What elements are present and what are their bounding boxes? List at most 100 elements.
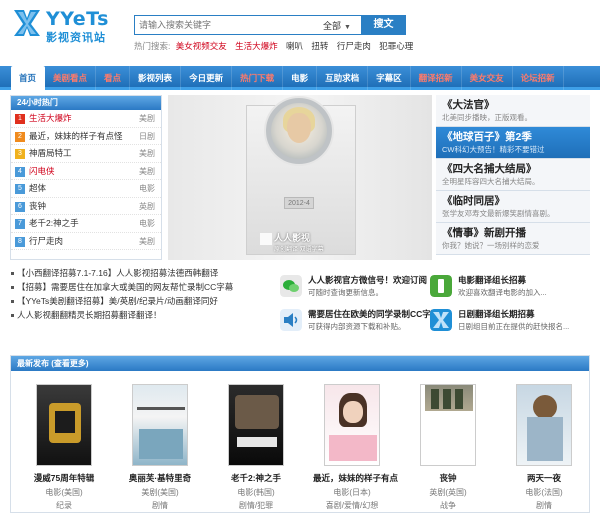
list-item[interactable]: 8 行尸走肉 美剧 xyxy=(11,233,161,250)
search-scope-select[interactable]: 全部 ▼ xyxy=(323,19,351,32)
news-link[interactable]: 人人影视翻翻精灵长期招募翻译翻译！ xyxy=(10,308,272,322)
nav-item[interactable]: 热门下载 xyxy=(232,66,284,90)
rank-number: 3 xyxy=(15,149,25,159)
logo-title: YYeTs xyxy=(46,8,109,30)
hero-watermark-sub: 原创翻译 双语字幕 xyxy=(274,247,324,253)
rank-number: 5 xyxy=(15,184,25,194)
rank-category: 美剧 xyxy=(139,114,155,123)
nav-item[interactable]: 字幕区 xyxy=(368,66,411,90)
search-button[interactable]: 搜文 xyxy=(361,15,406,35)
info-item-jdrama[interactable]: 日剧翻译组长期招募 日剧组目前正在提供的赶快报名... xyxy=(430,306,580,338)
rank-title[interactable]: 神盾局特工 xyxy=(29,148,72,158)
news-link[interactable]: 【招募】需要居住在加拿大或美国的网友帮忙录制CC字幕 xyxy=(10,280,272,294)
rank-number: 6 xyxy=(15,201,25,212)
main-nav: 首页 美剧看点 看点 影视列表 今日更新 热门下载 电影 互助求档 字幕区 翻译… xyxy=(0,66,600,114)
nav-item[interactable]: 美剧看点 xyxy=(45,66,97,90)
list-item[interactable]: 6 丧钟 英剧 xyxy=(11,198,161,215)
rank-number: 4 xyxy=(15,166,25,177)
poster-card[interactable]: 老千2:神之手 电影(韩国) 剧情/犯罪 xyxy=(217,384,295,511)
featured-item[interactable]: 《大法官》 北美同步播映，正版观看。 xyxy=(436,95,590,127)
poster-title: 两天一夜 xyxy=(526,473,561,483)
rank-title[interactable]: 行尸走肉 xyxy=(29,236,63,246)
hot-search-link[interactable]: 扭转 xyxy=(311,41,328,51)
nav-item-home[interactable]: 首页 xyxy=(11,66,46,92)
poster-title: 漫威75周年特辑 xyxy=(33,473,95,483)
hot-searches-label: 热门搜索: xyxy=(134,41,171,51)
site-logo[interactable]: YYeTs 影视资讯站 xyxy=(12,6,120,46)
hero-banner[interactable]: 2012-4 人人影视原创翻译 双语字幕 xyxy=(168,95,432,260)
poster-title: 奥丽芙·基特里奇 xyxy=(128,473,192,483)
info-title: 日剧翻译组长期招募 xyxy=(458,309,535,319)
info-item-movie[interactable]: 电影翻译组长招募 欢迎喜欢翻译电影的加入... xyxy=(430,272,580,304)
hero-watermark-title: 人人影视 xyxy=(274,233,311,243)
news-link[interactable]: 【小西翻译招募7.1-7.16】人人影视招募法德西韩翻译 xyxy=(10,266,272,280)
hot-search-link[interactable]: 美女视频交友 xyxy=(176,41,227,51)
rank-title[interactable]: 生活大爆炸 xyxy=(29,113,72,123)
info-desc: 日剧组目前正在提供的赶快报名... xyxy=(458,322,570,331)
nav-item[interactable]: 影视列表 xyxy=(130,66,182,90)
nav-item[interactable]: 电影 xyxy=(283,66,318,90)
featured-title: 《情事》新剧开播 xyxy=(442,227,526,239)
poster-card[interactable]: 奥丽芙·基特里奇 美剧(美国) 剧情 xyxy=(121,384,199,511)
rank-title[interactable]: 老千2:神之手 xyxy=(29,218,79,228)
poster-meta: 电影(日本) xyxy=(333,488,371,497)
nav-item[interactable]: 看点 xyxy=(96,66,131,90)
info-title: 人人影视官方微信号！欢迎订阅 xyxy=(308,275,428,285)
info-item-wechat[interactable]: 人人影视官方微信号！欢迎订阅 可随时查询更新信息。 xyxy=(280,272,430,304)
list-item[interactable]: 4 闪电侠 美剧 xyxy=(11,163,161,180)
hot-search-link[interactable]: 行尸走肉 xyxy=(337,41,371,51)
rank-number: 1 xyxy=(15,114,25,124)
info-desc: 可获得内部资源下载和补贴。 xyxy=(308,322,406,331)
list-item[interactable]: 2 最近，妹妹的样子有点怪 日剧 xyxy=(11,128,161,145)
hot-search-link[interactable]: 犯罪心理 xyxy=(379,41,413,51)
hot-search-link[interactable]: 生活大爆炸 xyxy=(235,41,278,51)
hero-face-image xyxy=(287,113,311,143)
list-item[interactable]: 5 超体 电影 xyxy=(11,180,161,198)
info-item-cc[interactable]: 需要居住在欧美的同学录制CC字幕 可获得内部资源下载和补贴。 xyxy=(280,306,439,338)
hot-search-link[interactable]: 喇叭 xyxy=(286,41,303,51)
rank-title[interactable]: 丧钟 xyxy=(29,201,46,211)
poster-card[interactable]: 两天一夜 电影(法国) 剧情 xyxy=(505,384,583,511)
hero-watermark: 人人影视原创翻译 双语字幕 xyxy=(274,231,324,253)
poster-card[interactable]: 最近，妹妹的样子有点 电影(日本) 喜剧/爱情/幻想 xyxy=(313,384,398,511)
nav-item[interactable]: 互助求档 xyxy=(317,66,369,90)
rank-title[interactable]: 闪电侠 xyxy=(29,166,55,176)
featured-item-active[interactable]: 《地球百子》第2季 CW科幻大预告！精彩不要错过 xyxy=(436,127,590,159)
list-item[interactable]: 7 老千2:神之手 电影 xyxy=(11,215,161,233)
latest-releases: 最新发布 (查看更多) 漫威75周年特辑 电影(美国) 纪录 奥丽芙·基特里奇 … xyxy=(10,355,590,513)
info-title: 需要居住在欧美的同学录制CC字幕 xyxy=(308,309,440,319)
nav-item[interactable]: 论坛招新 xyxy=(513,66,564,90)
nav-item[interactable]: 美女交友 xyxy=(462,66,513,90)
latest-releases-title[interactable]: 最新发布 (查看更多) xyxy=(11,356,589,371)
nav-item[interactable]: 翻译招新 xyxy=(411,66,462,90)
poster-genre: 喜剧/爱情/幻想 xyxy=(325,501,379,510)
list-item[interactable]: 1 生活大爆炸 美剧 xyxy=(11,110,161,128)
poster-card[interactable]: 漫威75周年特辑 电影(美国) 纪录 xyxy=(25,384,103,511)
rank-title[interactable]: 最近，妹妹的样子有点怪 xyxy=(29,131,123,141)
logo-icon xyxy=(14,10,40,36)
rank-category: 美剧 xyxy=(139,166,155,176)
rank-category: 电影 xyxy=(139,184,155,193)
poster-meta: 电影(韩国) xyxy=(237,488,275,497)
featured-item[interactable]: 《四大名捕大结局》 全明星阵容四大名捕大结局。 xyxy=(436,159,590,191)
hero-plate: 2012-4 xyxy=(284,197,314,209)
hot-ranking-panel: 24小时热门 1 生活大爆炸 美剧 2 最近，妹妹的样子有点怪 日剧 3 神盾局特工 美剧 … xyxy=(10,95,162,260)
rank-title[interactable]: 超体 xyxy=(29,183,46,193)
hot-searches: 热门搜索: 美女视频交友 生活大爆炸 喇叭 扭转 行尸走肉 犯罪心理 xyxy=(134,40,419,52)
poster-image xyxy=(132,384,188,466)
news-link[interactable]: 【YYeTs美剧翻译招募】美/英剧/纪录片/动画翻译同好 xyxy=(10,294,272,308)
featured-desc: CW科幻大预告！精彩不要错过 xyxy=(442,145,545,154)
poster-meta: 电影(美国) xyxy=(45,488,83,497)
info-grid: 人人影视官方微信号！欢迎订阅 可随时查询更新信息。 电影翻译组长招募 欢迎喜欢翻… xyxy=(280,266,590,336)
poster-card[interactable]: 丧钟 英剧(英国) 战争 xyxy=(409,384,487,511)
search-input[interactable] xyxy=(135,16,321,34)
hot-ranking-list: 1 生活大爆炸 美剧 2 最近，妹妹的样子有点怪 日剧 3 神盾局特工 美剧 4 闪电侠 美剧 … xyxy=(11,110,161,250)
featured-item[interactable]: 《情事》新剧开播 你我？她说？一场别样的恋爱 xyxy=(436,223,590,255)
poster-genre: 剧情/犯罪 xyxy=(238,501,274,510)
poster-image xyxy=(420,384,476,466)
featured-item[interactable]: 《临时同居》 张学友邓寿文最新爆笑剧情喜剧。 xyxy=(436,191,590,223)
rank-number: 8 xyxy=(15,236,25,247)
nav-item[interactable]: 今日更新 xyxy=(181,66,233,90)
list-item[interactable]: 3 神盾局特工 美剧 xyxy=(11,145,161,163)
rank-category: 日剧 xyxy=(139,131,155,141)
